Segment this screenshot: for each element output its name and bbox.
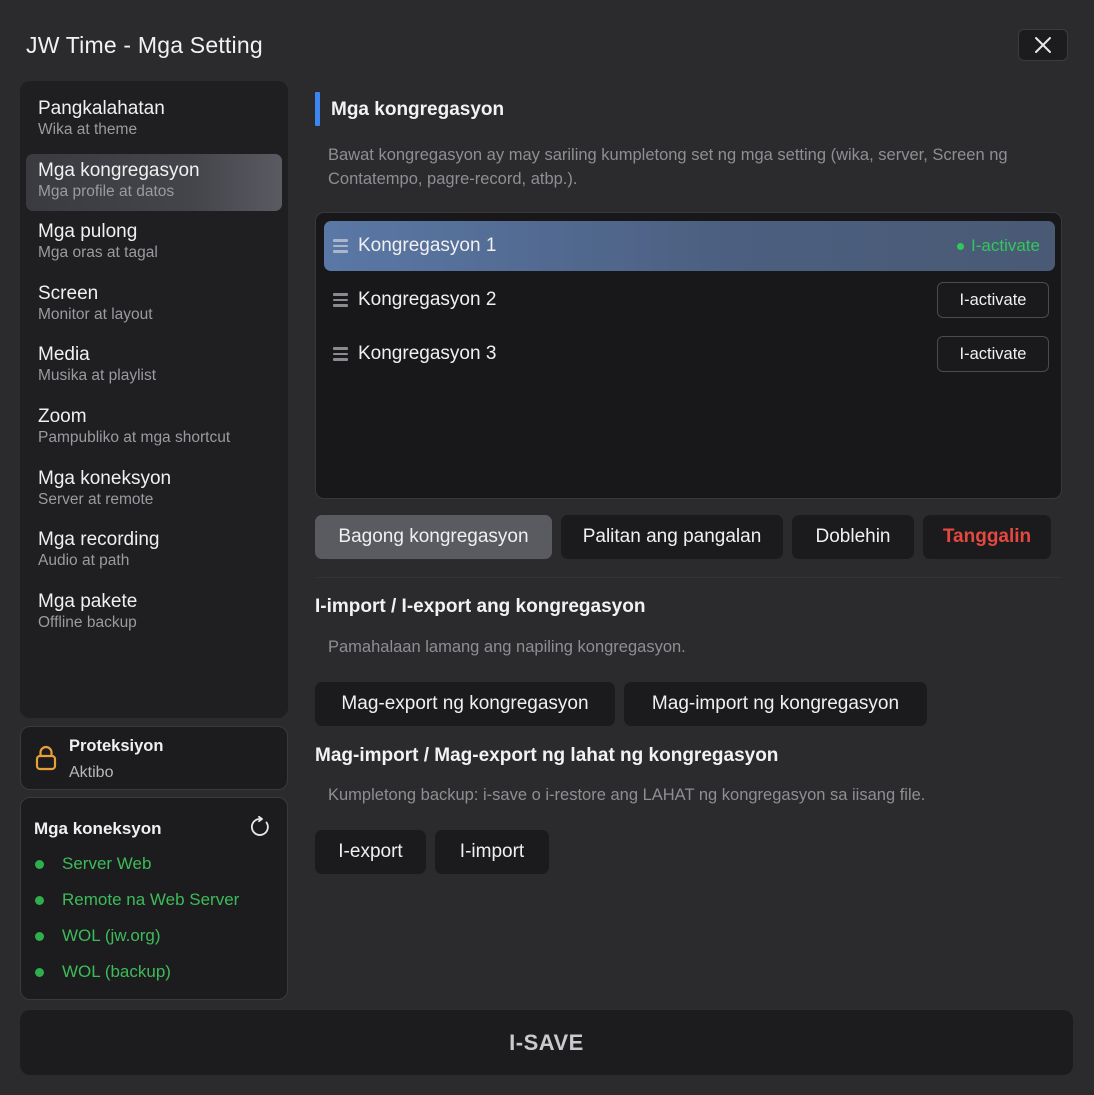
active-status-label: I-activate <box>971 236 1040 255</box>
connection-item-wol-backup: WOL (backup) <box>35 962 171 982</box>
export-congregation-button[interactable]: Mag-export ng kongregasyon <box>315 682 615 726</box>
save-button[interactable]: I-SAVE <box>20 1010 1073 1075</box>
connection-label: WOL (jw.org) <box>62 926 161 945</box>
sidebar-item-recordings[interactable]: Mga recording Audio at path <box>26 523 282 580</box>
congregation-row-1[interactable]: Kongregasyon 1 I-activate <box>324 221 1055 271</box>
connections-title: Mga koneksyon <box>34 819 162 838</box>
sidebar-item-sub: Mga profile at datos <box>38 182 175 200</box>
sidebar-item-sub: Offline backup <box>38 613 137 631</box>
status-dot <box>35 859 44 869</box>
connection-item-wol-jworg: WOL (jw.org) <box>35 926 161 946</box>
status-dot <box>35 895 44 905</box>
protection-card[interactable]: Proteksiyon Aktibo <box>20 726 288 790</box>
connection-label: Remote na Web Server <box>62 890 240 909</box>
connection-label: WOL (backup) <box>62 962 171 981</box>
active-dot <box>957 242 965 250</box>
lock-icon <box>35 745 57 771</box>
status-dot <box>35 931 44 941</box>
active-status: I-activate <box>957 236 1040 256</box>
section-title: Mga kongregasyon <box>331 99 505 120</box>
all-import-export-title: Mag-import / Mag-export ng lahat ng kong… <box>315 745 779 766</box>
sidebar-item-label: Pangkalahatan <box>38 98 165 119</box>
sidebar-item-sub: Monitor at layout <box>38 305 153 323</box>
sidebar-item-sub: Musika at playlist <box>38 367 157 385</box>
export-all-button[interactable]: I-export <box>315 830 426 874</box>
window-title: JW Time - Mga Setting <box>26 32 263 58</box>
import-congregation-button[interactable]: Mag-import ng kongregasyon <box>624 682 927 726</box>
sidebar-item-sub: Audio at path <box>38 552 130 570</box>
new-congregation-button[interactable]: Bagong kongregasyon <box>315 515 552 559</box>
congregation-name: Kongregasyon 3 <box>358 343 497 364</box>
connections-card: Mga koneksyon Server Web Remote na Web S… <box>20 797 288 1000</box>
connection-item-remote-web-server: Remote na Web Server <box>35 890 239 910</box>
sidebar-item-label: Mga recording <box>38 529 160 551</box>
sidebar-item-screen[interactable]: Screen Monitor at layout <box>26 277 282 334</box>
sidebar-item-sub: Wika at theme <box>38 121 138 138</box>
sidebar-item-label: Zoom <box>38 405 87 427</box>
activate-button[interactable]: I-activate <box>937 282 1049 318</box>
protection-title: Proteksiyon <box>69 737 164 755</box>
sidebar-item-label: Mga koneksyon <box>38 467 172 489</box>
import-export-desc: Pamahalaan lamang ang napiling kongregas… <box>328 638 686 656</box>
sidebar-item-meetings[interactable]: Mga pulong Mga oras at tagal <box>26 215 282 272</box>
activate-button[interactable]: I-activate <box>937 336 1049 372</box>
congregation-name: Kongregasyon 2 <box>358 289 497 310</box>
rename-button[interactable]: Palitan ang pangalan <box>561 515 783 559</box>
import-export-title: I-import / I-export ang kongregasyon <box>315 596 646 617</box>
sidebar-item-general[interactable]: Pangkalahatan Wika at theme <box>26 92 282 149</box>
sidebar-item-label: Media <box>38 344 90 366</box>
congregation-row-3[interactable]: Kongregasyon 3 I-activate <box>324 329 1055 379</box>
drag-handle-icon[interactable] <box>333 347 348 361</box>
section-divider <box>315 577 1062 578</box>
sidebar-item-media[interactable]: Media Musika at playlist <box>26 338 282 395</box>
section-description: Bawat kongregasyon ay may sariling kumpl… <box>328 146 1008 188</box>
sidebar-item-sub: Mga oras at tagal <box>38 244 158 262</box>
delete-button[interactable]: Tanggalin <box>923 515 1051 559</box>
drag-handle-icon[interactable] <box>333 239 348 253</box>
congregation-row-2[interactable]: Kongregasyon 2 I-activate <box>324 275 1055 325</box>
close-icon <box>1035 37 1051 53</box>
connection-label: Server Web <box>62 854 152 873</box>
sidebar-item-connections[interactable]: Mga koneksyon Server at remote <box>26 462 282 519</box>
close-button[interactable] <box>1018 29 1068 61</box>
protection-status: Aktibo <box>69 764 114 781</box>
all-import-export-desc: Kumpletong backup: i-save o i-restore an… <box>328 786 926 804</box>
sidebar-item-sub: Pampubliko at mga shortcut <box>38 428 231 446</box>
sidebar-item-label: Screen <box>38 282 99 304</box>
sidebar-item-sub: Server at remote <box>38 490 154 508</box>
refresh-button[interactable] <box>249 815 271 843</box>
connection-item-server-web: Server Web <box>35 854 151 874</box>
duplicate-button[interactable]: Doblehin <box>792 515 914 559</box>
sidebar-nav: Pangkalahatan Wika at theme Mga kongrega… <box>20 81 288 718</box>
import-all-button[interactable]: I-import <box>435 830 549 874</box>
sidebar-item-label: Mga pakete <box>38 590 138 612</box>
sidebar-item-label: Mga pulong <box>38 221 138 243</box>
sidebar-item-label: Mga kongregasyon <box>38 159 200 181</box>
refresh-icon <box>251 815 269 836</box>
drag-handle-icon[interactable] <box>333 293 348 307</box>
section-accent-bar <box>315 92 320 126</box>
status-dot <box>35 967 44 977</box>
sidebar-item-packages[interactable]: Mga pakete Offline backup <box>26 585 282 642</box>
sidebar-item-zoom[interactable]: Zoom Pampubliko at mga shortcut <box>26 400 282 457</box>
congregation-name: Kongregasyon 1 <box>358 235 497 256</box>
sidebar-item-congregations[interactable]: Mga kongregasyon Mga profile at datos <box>26 153 282 211</box>
congregation-list: Kongregasyon 1 I-activate Kongregasyon 2… <box>315 212 1062 499</box>
